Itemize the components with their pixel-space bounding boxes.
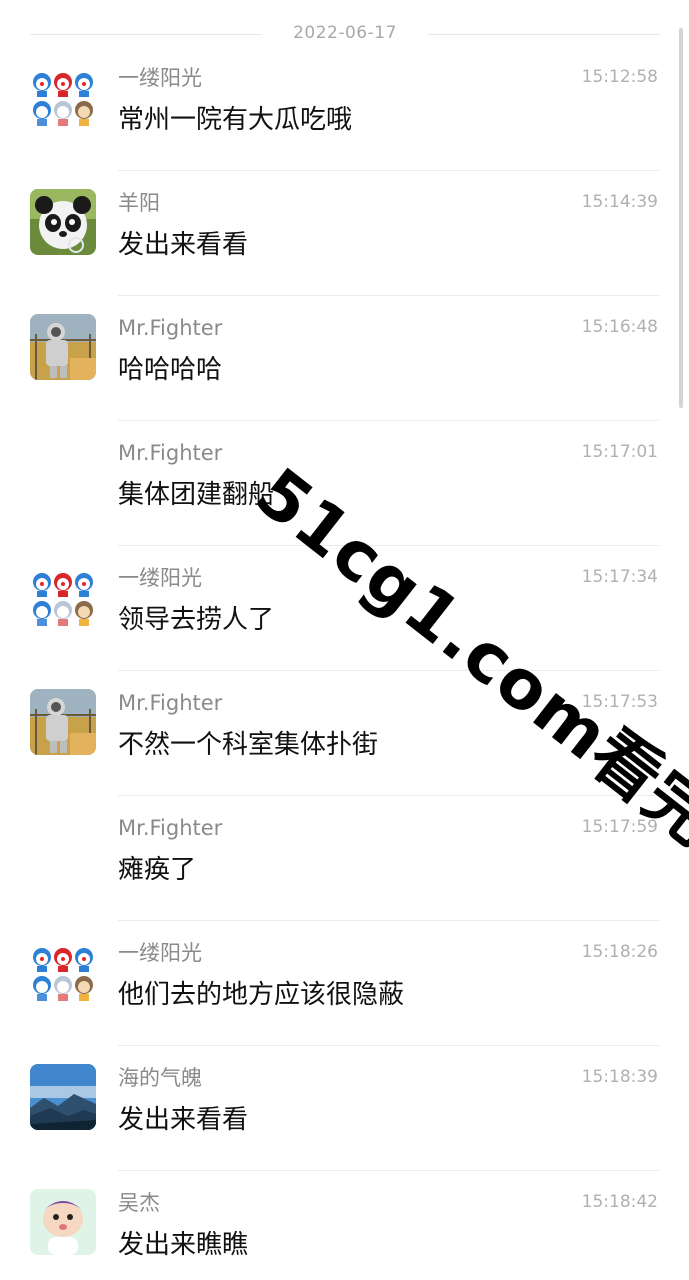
sender-name[interactable]: 海的气魄: [118, 1064, 202, 1092]
date-separator-line-right: [428, 34, 660, 35]
doraemon-figures-icon[interactable]: [30, 64, 96, 130]
divider: [118, 920, 659, 921]
message-item[interactable]: 一缕阳光 15:18:26 他们去的地方应该很隐蔽: [0, 939, 689, 1064]
message-time: 15:18:39: [581, 1067, 658, 1087]
astronaut-photo-icon[interactable]: [30, 689, 96, 755]
message-item[interactable]: 一缕阳光 15:12:58 常州一院有大瓜吃哦: [0, 64, 689, 189]
doraemon-figures-icon[interactable]: [30, 939, 96, 1005]
divider: [118, 170, 659, 171]
sender-name[interactable]: Mr.Fighter: [118, 689, 222, 717]
divider: [118, 795, 659, 796]
message-time: 15:14:39: [581, 192, 658, 212]
sender-name[interactable]: Mr.Fighter: [118, 814, 222, 842]
sender-name[interactable]: 一缕阳光: [118, 64, 202, 92]
astronaut-photo-icon[interactable]: [30, 314, 96, 380]
message-item[interactable]: Mr.Fighter 15:17:59 瘫痪了: [0, 814, 689, 939]
message-item[interactable]: 吴杰 15:18:42 发出来瞧瞧: [0, 1189, 689, 1280]
message-text: 瘫痪了: [118, 855, 197, 885]
message-time: 15:17:01: [581, 442, 658, 462]
panda-icon[interactable]: [30, 189, 96, 255]
sender-name[interactable]: Mr.Fighter: [118, 439, 222, 467]
message-text: 他们去的地方应该很隐蔽: [118, 980, 405, 1010]
divider: [118, 1170, 659, 1171]
sender-name[interactable]: Mr.Fighter: [118, 314, 222, 342]
date-separator: 2022-06-17: [30, 20, 660, 48]
sender-name[interactable]: 一缕阳光: [118, 939, 202, 967]
sender-name[interactable]: 羊阳: [118, 189, 160, 217]
divider: [118, 1045, 659, 1046]
message-item[interactable]: Mr.Fighter 15:16:48 哈哈哈哈: [0, 314, 689, 439]
message-text: 领导去捞人了: [118, 605, 275, 635]
message-time: 15:16:48: [581, 317, 658, 337]
sender-name[interactable]: 一缕阳光: [118, 564, 202, 592]
message-text: 发出来看看: [118, 1105, 249, 1135]
sender-name[interactable]: 吴杰: [118, 1189, 160, 1217]
date-label: 2022-06-17: [293, 23, 397, 43]
message-time: 15:12:58: [581, 67, 658, 87]
message-text: 常州一院有大瓜吃哦: [118, 105, 353, 135]
cartoon-doll-icon[interactable]: [30, 1189, 96, 1255]
message-text: 哈哈哈哈: [118, 355, 223, 385]
message-text: 发出来瞧瞧: [118, 1230, 249, 1260]
message-item[interactable]: 海的气魄 15:18:39 发出来看看: [0, 1064, 689, 1189]
message-text: 不然一个科室集体扑街: [118, 730, 379, 760]
doraemon-figures-icon[interactable]: [30, 564, 96, 630]
message-time: 15:17:34: [581, 567, 658, 587]
divider: [118, 420, 659, 421]
message-text: 发出来看看: [118, 230, 249, 260]
chat-history-page: 2022-06-17 一缕阳光 15:12:58 常州一院有大瓜吃哦 羊阳 15…: [0, 0, 689, 1280]
message-time: 15:18:42: [581, 1192, 658, 1212]
message-item[interactable]: 羊阳 15:14:39 发出来看看: [0, 189, 689, 314]
mountain-landscape-icon[interactable]: [30, 1064, 96, 1130]
divider: [118, 295, 659, 296]
scrollbar[interactable]: [679, 28, 683, 408]
message-time: 15:18:26: [581, 942, 658, 962]
